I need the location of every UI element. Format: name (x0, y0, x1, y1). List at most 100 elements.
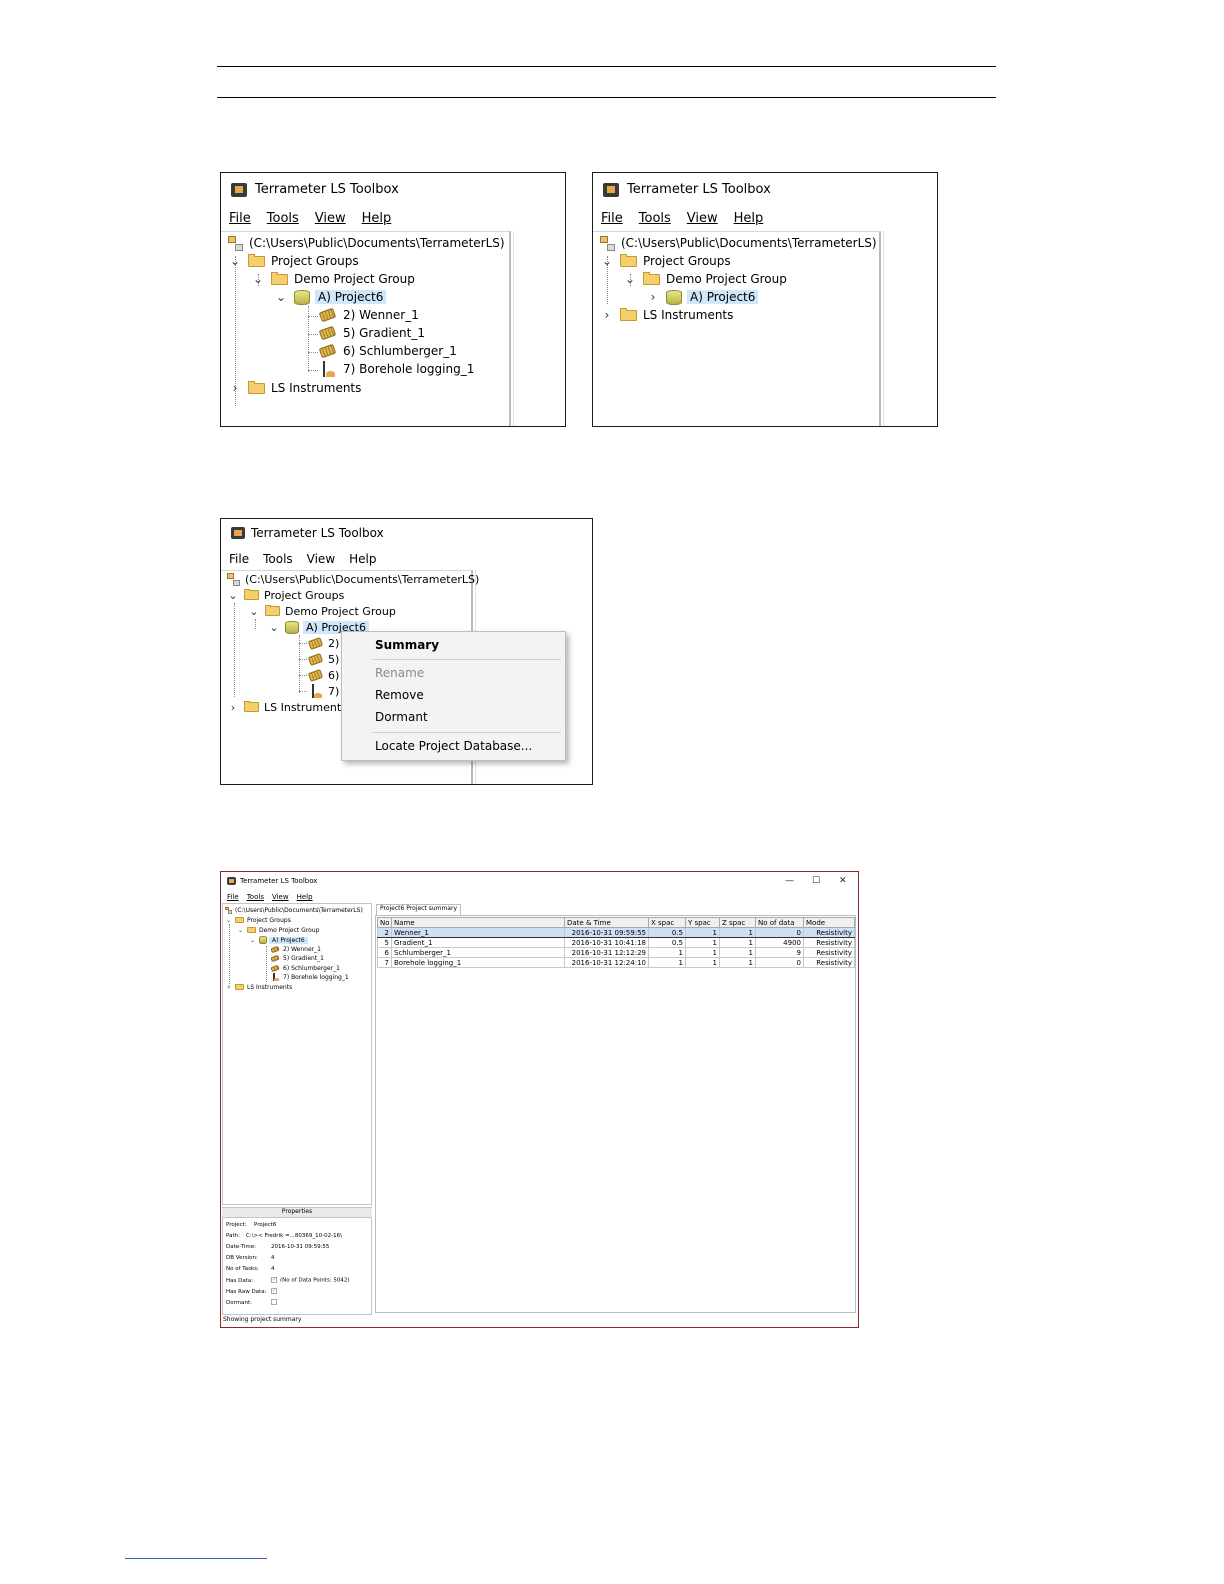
tree-item-demo-group[interactable]: ⌄ Demo Project Group (248, 603, 395, 619)
table-row[interactable]: 2 Wenner_1 2016-10-31 09:59:55 0.5 1 1 0… (377, 927, 855, 938)
tree-item-task-borehole[interactable]: 7) Borehole logging_1 (271, 972, 349, 982)
tree-item-project-groups[interactable]: ⌄ Project Groups (225, 915, 291, 925)
tree-label-task: 6) Schlumberger_1 (343, 344, 457, 358)
menu-file[interactable]: File (601, 211, 623, 226)
table-cell: 9 (755, 947, 804, 958)
chevron-right-icon[interactable]: › (646, 290, 660, 304)
chevron-down-icon[interactable]: ⌄ (227, 589, 239, 602)
menu-view[interactable]: View (307, 552, 335, 566)
menu-item-rename[interactable]: Rename (375, 666, 424, 680)
tree-item-ls-instruments[interactable]: › LS Instruments (600, 306, 733, 324)
menu-view[interactable]: View (272, 893, 289, 901)
menu-help[interactable]: Help (297, 893, 313, 901)
dormant-checkbox[interactable] (271, 1299, 277, 1305)
chevron-right-icon[interactable]: › (225, 984, 232, 991)
column-header[interactable]: No (377, 917, 392, 928)
prop-label: Path: (226, 1233, 240, 1239)
toolbox-window-collapsed: Terrameter LS Toolbox File Tools View He… (592, 172, 938, 427)
menu-tools[interactable]: Tools (267, 211, 299, 226)
tree-item-demo-group[interactable]: ⌄ Demo Project Group (251, 270, 415, 288)
prop-label: DB Version: (226, 1255, 258, 1261)
chevron-right-icon[interactable]: › (227, 701, 239, 714)
column-header[interactable]: Date & Time (564, 917, 649, 928)
menu-help[interactable]: Help (734, 211, 764, 226)
menu-view[interactable]: View (687, 211, 718, 226)
column-header[interactable]: Mode (803, 917, 855, 928)
column-header[interactable]: Y spac (685, 917, 720, 928)
table-row[interactable]: 7 Borehole logging_1 2016-10-31 12:24:10… (377, 957, 855, 968)
menu-tools[interactable]: Tools (639, 211, 671, 226)
tree-item-task-gradient[interactable]: 5) Gradient_1 (270, 953, 324, 963)
tree-item-root[interactable]: (C:\Users\Public\Documents\TerrameterLS) (225, 905, 363, 915)
header-rule-top (217, 66, 996, 67)
table-row[interactable]: 6 Schlumberger_1 2016-10-31 12:12:29 1 1… (377, 947, 855, 958)
menu-file[interactable]: File (227, 893, 239, 901)
tree-item-root[interactable]: (C:\Users\Public\Documents\TerrameterLS) (228, 234, 505, 252)
menu-file[interactable]: File (229, 552, 249, 566)
menu-item-locate-database[interactable]: Locate Project Database... (375, 739, 532, 753)
maximize-button[interactable]: ☐ (812, 876, 820, 886)
tree-item-ls-instruments[interactable]: › LS Instruments (228, 379, 361, 397)
chevron-down-icon[interactable]: ⌄ (248, 605, 260, 618)
tree-item-project-groups[interactable]: ⌄ Project Groups (228, 252, 359, 270)
menu-help[interactable]: Help (362, 211, 392, 226)
tree-label-ls-instruments: LS Instruments (271, 381, 362, 395)
toolbox-window-expanded: Terrameter LS Toolbox File Tools View He… (220, 172, 566, 427)
menu-view[interactable]: View (315, 211, 346, 226)
column-header[interactable]: Name (391, 917, 565, 928)
chevron-down-icon[interactable]: ⌄ (600, 254, 614, 268)
tree-item-task-wenner[interactable]: 2) (307, 635, 339, 651)
tree-item-ls-instruments[interactable]: › LS Instruments (227, 699, 347, 715)
folder-open-icon (620, 253, 637, 267)
table-cell: Gradient_1 (391, 937, 565, 948)
footnote-link-rule[interactable] (125, 1558, 267, 1559)
menu-tools[interactable]: Tools (263, 552, 293, 566)
menu-item-dormant[interactable]: Dormant (375, 710, 428, 724)
column-header[interactable]: Z spac (719, 917, 756, 928)
tree-item-demo-group[interactable]: ⌄ Demo Project Group (237, 925, 319, 935)
chevron-down-icon[interactable]: ⌄ (228, 254, 242, 268)
tree-item-task-borehole[interactable]: 7) Borehole logging_1 (320, 360, 474, 378)
chevron-down-icon[interactable]: ⌄ (274, 290, 288, 304)
table-row[interactable]: 5 Gradient_1 2016-10-31 10:41:18 0.5 1 1… (377, 937, 855, 948)
has-raw-data-checkbox[interactable]: ✓ (271, 1288, 277, 1294)
tree-item-ls-instruments[interactable]: › LS Instruments (225, 982, 292, 992)
table-header-row: No Name Date & Time X spac Y spac Z spac… (377, 917, 855, 928)
tree-item-task-schlumberger[interactable]: 6) Schlumberger_1 (318, 342, 457, 360)
table-cell: Resistivity (803, 927, 855, 938)
tree-item-project-groups[interactable]: ⌄ Project Groups (600, 252, 731, 270)
tree-item-task-borehole[interactable]: 7) (309, 683, 339, 699)
chevron-right-icon[interactable]: › (228, 381, 242, 395)
chevron-down-icon[interactable]: ⌄ (268, 621, 280, 634)
chevron-down-icon[interactable]: ⌄ (249, 937, 256, 944)
tree-item-task-gradient[interactable]: 5) Gradient_1 (318, 324, 425, 342)
tree-item-demo-group[interactable]: ⌄ Demo Project Group (623, 270, 787, 288)
table-cell: 0.5 (648, 927, 686, 938)
tree-item-task-gradient[interactable]: 5) (307, 651, 339, 667)
close-button[interactable]: ✕ (839, 876, 847, 886)
tree-item-root[interactable]: (C:\Users\Public\Documents\TerrameterLS) (227, 571, 479, 587)
tree-item-task-schlumberger[interactable]: 6) (307, 667, 339, 683)
chevron-down-icon[interactable]: ⌄ (237, 927, 244, 934)
column-header[interactable]: X spac (648, 917, 686, 928)
tree-item-task-wenner[interactable]: 2) Wenner_1 (318, 306, 419, 324)
chevron-down-icon[interactable]: ⌄ (623, 272, 637, 286)
chevron-down-icon[interactable]: ⌄ (251, 272, 265, 286)
summary-tab[interactable]: Project6 Project summary (376, 904, 462, 915)
menu-item-summary[interactable]: Summary (375, 638, 439, 652)
tree-item-project[interactable]: › A) Project6 (646, 288, 759, 306)
tree-item-root[interactable]: (C:\Users\Public\Documents\TerrameterLS) (600, 234, 877, 252)
menu-help[interactable]: Help (349, 552, 376, 566)
menu-tools[interactable]: Tools (247, 893, 264, 901)
menu-file[interactable]: File (229, 211, 251, 226)
chevron-down-icon[interactable]: ⌄ (225, 917, 232, 924)
column-header[interactable]: No of data (755, 917, 804, 928)
menu-item-remove[interactable]: Remove (375, 688, 424, 702)
properties-title: Properties (222, 1208, 372, 1218)
tree-item-project-groups[interactable]: ⌄ Project Groups (227, 587, 344, 603)
minimize-button[interactable]: — (785, 876, 794, 886)
prop-value: Project6 (254, 1222, 277, 1228)
chevron-right-icon[interactable]: › (600, 308, 614, 322)
has-data-checkbox[interactable]: ✓ (271, 1277, 277, 1283)
tree-item-project[interactable]: ⌄ A) Project6 (274, 288, 387, 306)
